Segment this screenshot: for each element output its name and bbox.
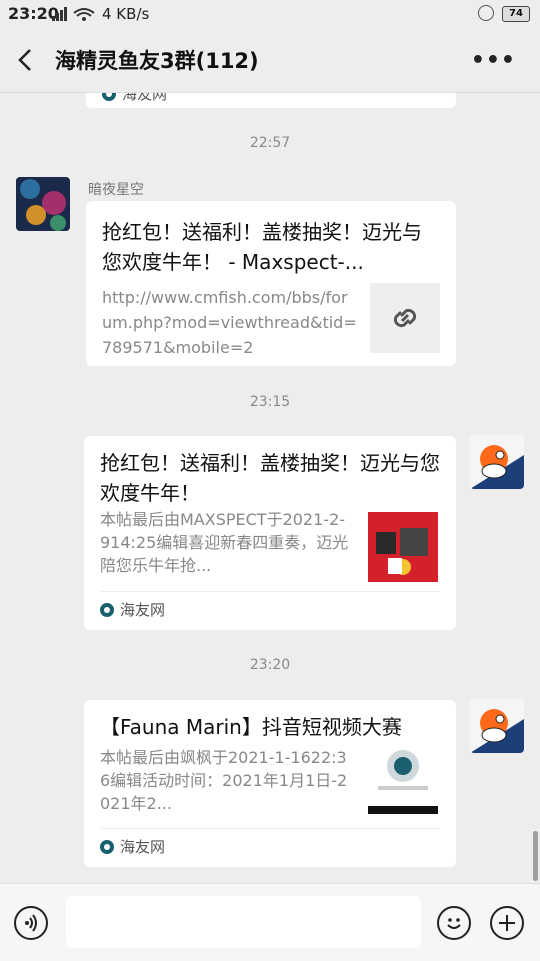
divider [100,828,440,829]
card-description: http://www.cmfish.com/bbs/forum.php?mod=… [102,288,357,355]
card-description: 本帖最后由飒枫于2021-1-1622:36编辑活动时间：2021年1月1日-2… [100,748,348,813]
input-bar [0,883,540,961]
message-card[interactable]: 【Fauna Marin】抖音短视频大赛 本帖最后由飒枫于2021-1-1622… [84,700,456,867]
card-title: 抢红包！送福利！盖楼抽奖！迈光与您欢度牛年！ - Maxspect-... [102,220,422,274]
timestamp: 23:20 [249,657,291,673]
sender-name: 暗夜星空 [88,182,144,198]
voice-icon[interactable] [14,906,48,940]
card-source: 海友网 [102,93,167,104]
timestamp: 22:57 [249,135,291,151]
card-title: 【Fauna Marin】抖音短视频大赛 [100,715,402,739]
link-thumbnail [370,283,440,353]
status-bar: 23:20 4 KB/s 74 [0,0,540,28]
chat-title: 海精灵鱼友3群(112) [55,49,259,73]
message-card-partial[interactable]: 海友网 [86,93,456,108]
network-speed: 4 KB/s [102,5,150,23]
source-logo-icon [100,602,114,617]
card-thumbnail [368,512,438,582]
divider [100,591,440,592]
more-icon[interactable]: ••• [471,48,516,73]
message-card[interactable]: 抢红包！送福利！盖楼抽奖！迈光与您欢度牛年！ 本帖最后由MAXSPECT于202… [84,436,456,630]
signal-icon [52,5,98,27]
message-card[interactable]: 抢红包！送福利！盖楼抽奖！迈光与您欢度牛年！ - Maxspect-... ht… [86,201,456,366]
emoji-icon[interactable] [437,906,471,940]
back-icon[interactable] [14,46,38,74]
avatar[interactable] [470,699,524,753]
card-description: 本帖最后由MAXSPECT于2021-2-914:25编辑喜迎新春四重奏，迈光陪… [100,510,349,575]
card-source: 海友网 [100,599,165,620]
source-logo-icon [100,839,114,854]
source-label: 海友网 [120,838,166,856]
source-label: 海友网 [122,93,168,103]
chat-area[interactable]: 海友网 22:57 暗夜星空 抢红包！送福利！盖楼抽奖！迈光与您欢度牛年！ - … [0,93,540,883]
card-source: 海友网 [100,836,165,857]
chat-header: 海精灵鱼友3群(112) ••• [0,28,540,93]
plus-icon[interactable] [490,906,524,940]
avatar[interactable] [16,177,70,231]
source-logo-icon [102,93,116,101]
message-input[interactable] [66,896,421,948]
scrollbar[interactable] [533,831,538,881]
battery-icon: 74 [502,6,530,22]
card-thumbnail [368,744,438,814]
card-title: 抢红包！送福利！盖楼抽奖！迈光与您欢度牛年！ [100,451,440,505]
avatar[interactable] [470,435,524,489]
lock-icon [478,5,494,21]
source-label: 海友网 [120,601,166,619]
link-icon [393,308,417,328]
timestamp: 23:15 [249,394,291,410]
